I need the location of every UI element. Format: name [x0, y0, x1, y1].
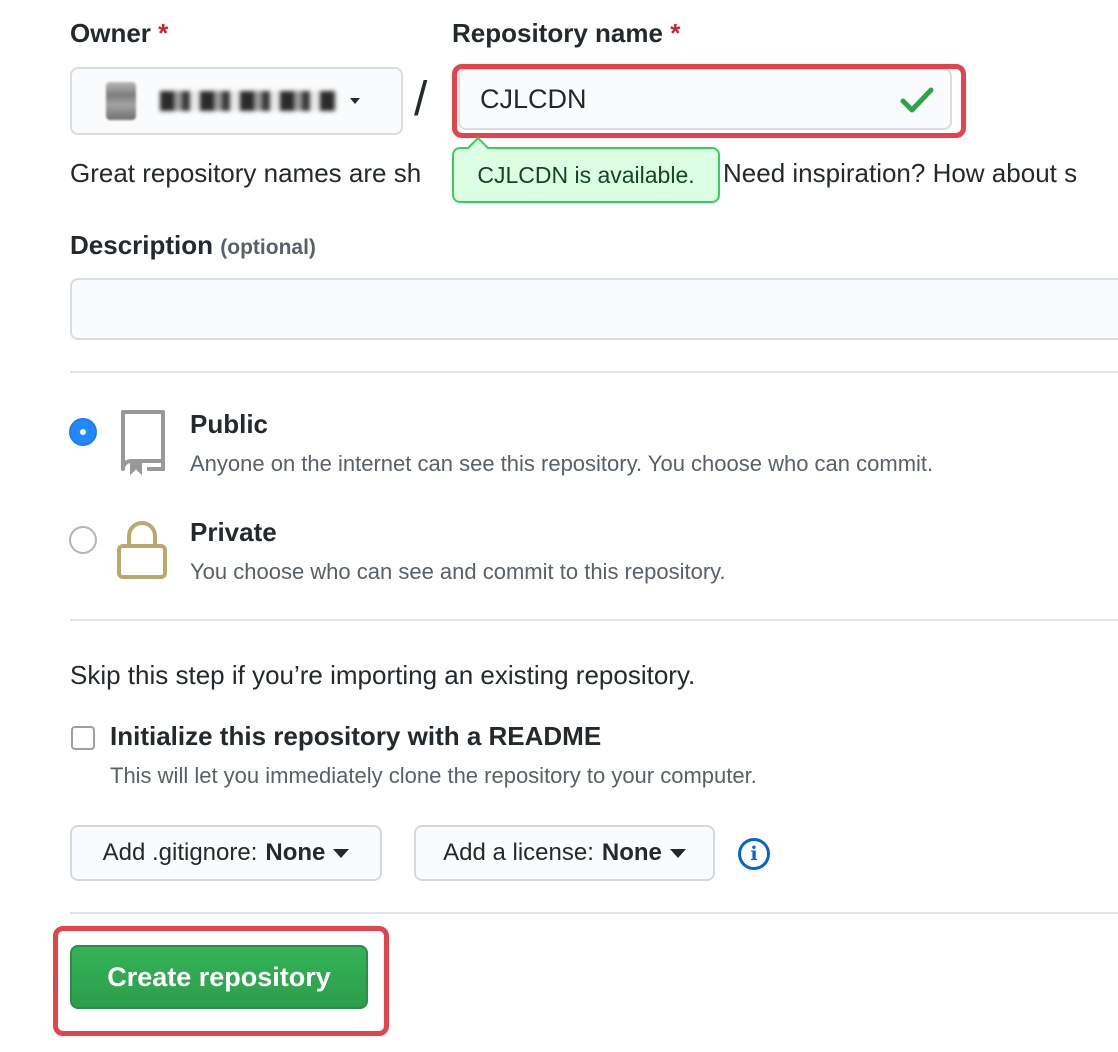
radio-dot	[80, 429, 86, 435]
owner-name-redacted	[160, 91, 336, 111]
repository-name-highlight	[452, 64, 966, 138]
skip-note: Skip this step if you’re importing an ex…	[70, 660, 696, 690]
private-radio[interactable]	[69, 526, 97, 554]
required-mark: *	[158, 18, 169, 48]
readme-description: This will let you immediately clone the …	[110, 763, 757, 788]
readme-label: Initialize this repository with a README	[110, 721, 602, 751]
repository-name-label: Repository name *	[452, 18, 680, 49]
description-label-text: Description	[70, 230, 214, 260]
owner-label-text: Owner	[70, 18, 151, 48]
description-label: Description (optional)	[70, 230, 316, 261]
repository-name-hint-end: Need inspiration? How about s	[723, 158, 1078, 188]
caret-down-icon	[669, 848, 686, 858]
divider	[70, 619, 1118, 621]
description-input[interactable]	[70, 278, 1118, 340]
owner-label: Owner *	[70, 18, 168, 49]
license-prefix: Add a license:	[443, 839, 594, 866]
public-title: Public	[190, 409, 269, 439]
availability-tooltip: CJLCDN is available.	[452, 136, 720, 203]
tooltip-arrow	[466, 136, 490, 160]
license-value: None	[601, 839, 662, 866]
public-description: Anyone on the internet can see this repo…	[190, 451, 934, 476]
gitignore-dropdown[interactable]: Add .gitignore: None	[70, 825, 382, 881]
divider	[70, 371, 1118, 373]
caret-down-icon	[333, 848, 350, 858]
license-dropdown[interactable]: Add a license: None	[414, 825, 715, 881]
availability-tooltip-text: CJLCDN is available.	[477, 161, 695, 188]
private-title: Private	[190, 517, 277, 547]
owner-repo-separator: /	[414, 73, 428, 126]
gitignore-prefix: Add .gitignore:	[102, 839, 258, 866]
private-description: You choose who can see and commit to thi…	[190, 559, 726, 584]
optional-note: (optional)	[220, 236, 316, 259]
public-radio[interactable]	[69, 418, 97, 446]
owner-select[interactable]	[70, 67, 403, 135]
chevron-down-icon	[350, 98, 360, 104]
repo-book-icon	[121, 410, 165, 475]
repository-name-label-text: Repository name	[452, 18, 663, 48]
gitignore-value: None	[265, 839, 326, 866]
repository-name-hint-start: Great repository names are sh	[70, 158, 422, 188]
info-icon-glyph: i	[750, 843, 758, 865]
avatar	[106, 82, 136, 120]
lock-icon	[117, 521, 167, 579]
info-icon[interactable]: i	[738, 838, 770, 870]
create-button-highlight	[53, 926, 389, 1036]
readme-checkbox[interactable]	[71, 726, 95, 750]
divider	[70, 912, 1118, 914]
required-mark: *	[670, 18, 681, 48]
